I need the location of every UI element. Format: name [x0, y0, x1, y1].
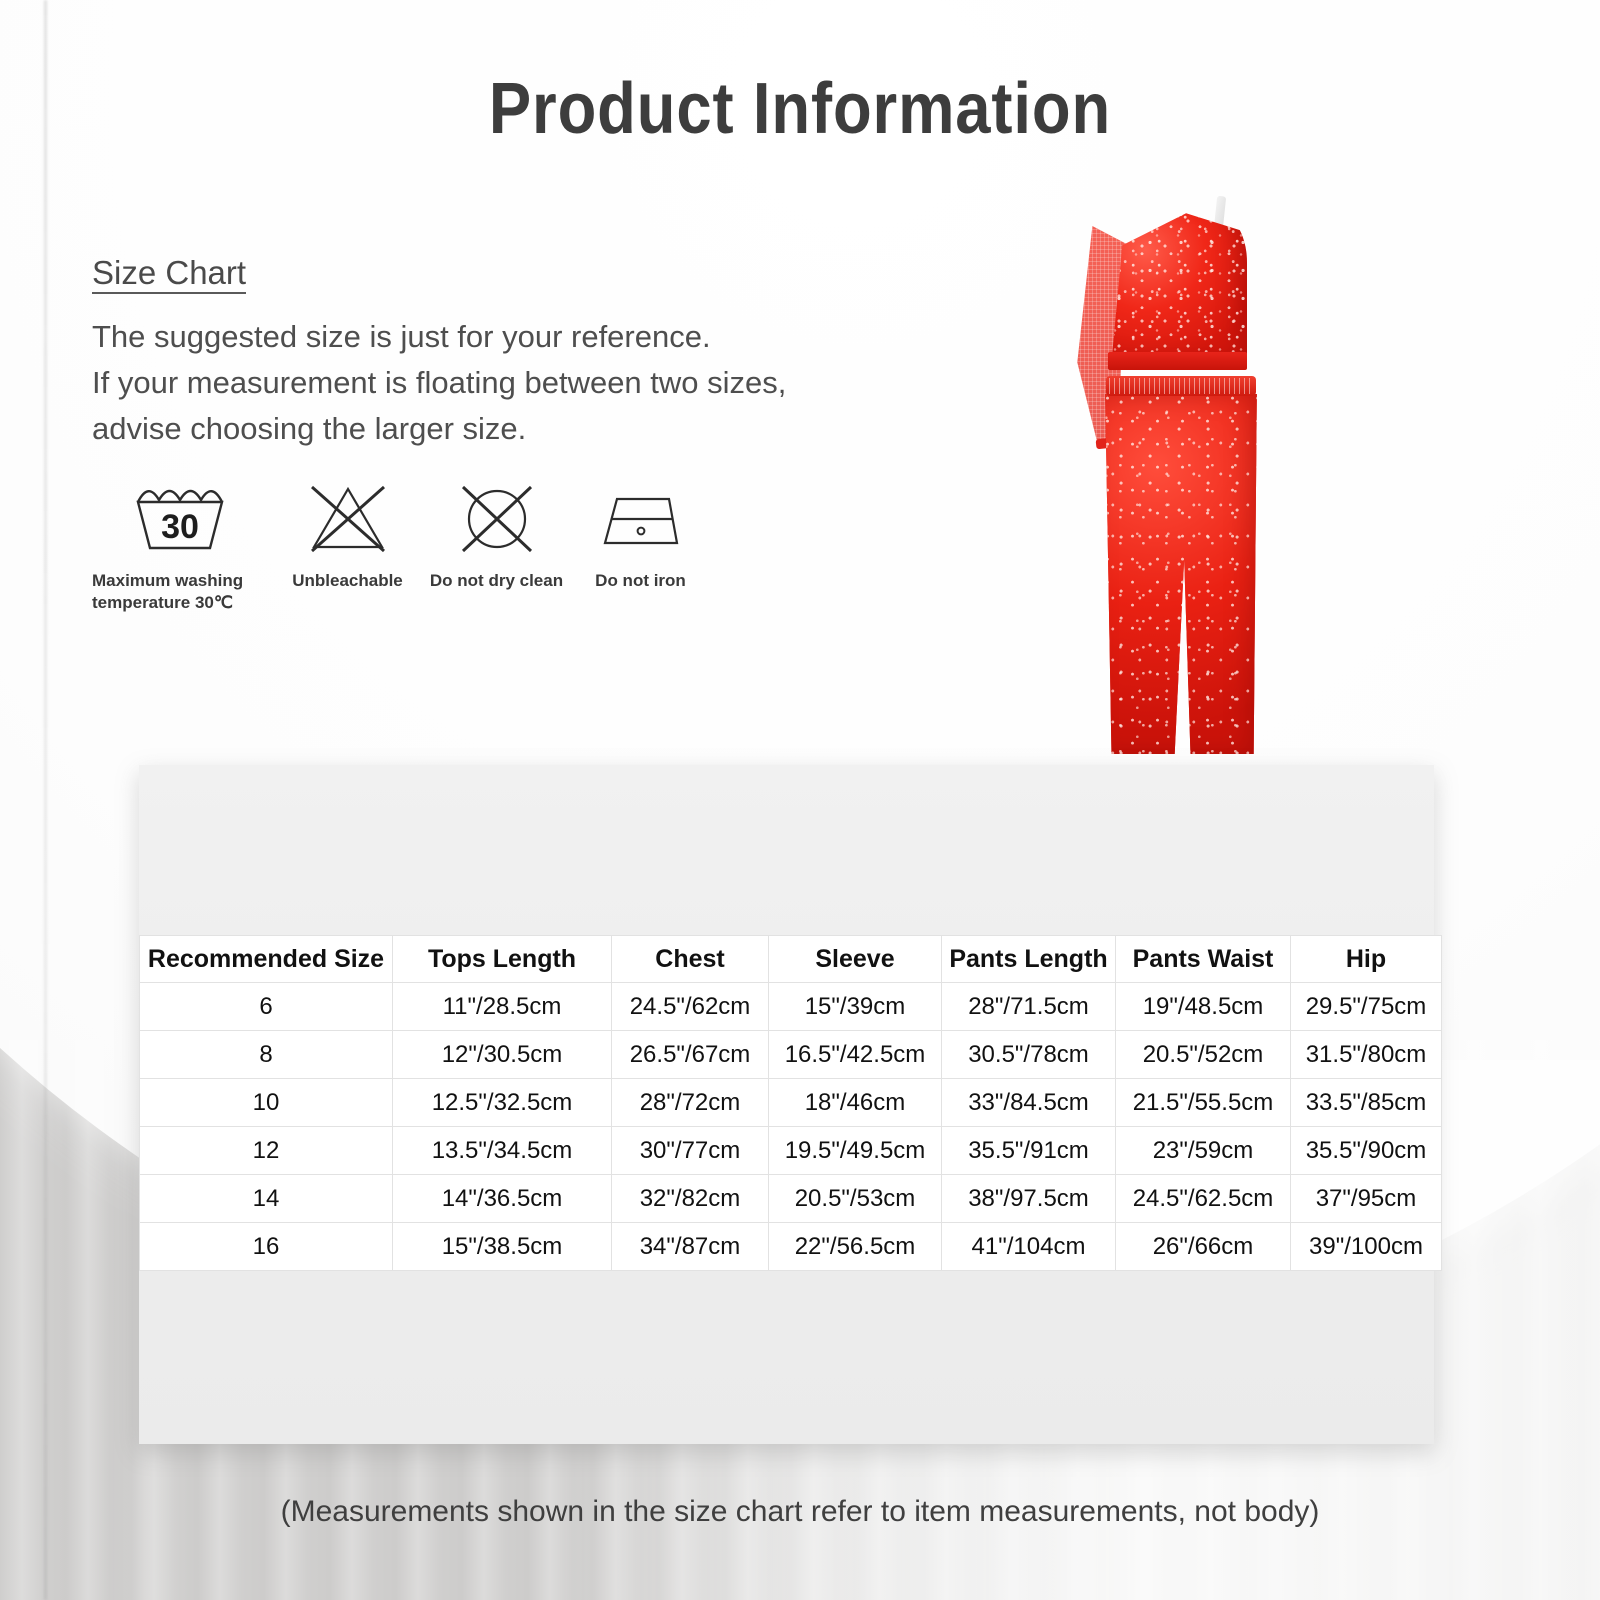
table-cell: 22"/56.5cm	[768, 1222, 942, 1271]
table-body: 6 11"/28.5cm 24.5"/62cm 15"/39cm 28"/71.5cm 1…	[139, 982, 1442, 1271]
table-cell: 29.5"/75cm	[1290, 982, 1442, 1031]
table-cell: 41"/104cm	[941, 1222, 1116, 1271]
table-cell: 21.5"/55.5cm	[1115, 1078, 1291, 1127]
svg-text:30: 30	[161, 508, 199, 546]
table-cell: 13.5"/34.5cm	[392, 1126, 612, 1175]
table-cell: 33"/84.5cm	[941, 1078, 1116, 1127]
table-row: 12 13.5"/34.5cm 30"/77cm 19.5"/49.5cm 35.5"/…	[139, 1126, 1442, 1175]
table-cell: 15"/38.5cm	[392, 1222, 612, 1271]
table-cell: 34"/87cm	[611, 1222, 769, 1271]
table-cell: 24.5"/62.5cm	[1115, 1174, 1291, 1223]
table-header-cell: Chest	[611, 935, 769, 983]
table-cell: 20.5"/53cm	[768, 1174, 942, 1223]
table-cell: 20.5"/52cm	[1115, 1030, 1291, 1079]
pants-waistband	[1106, 376, 1256, 396]
table-cell: 11"/28.5cm	[392, 982, 612, 1031]
table-header-cell: Tops Length	[392, 935, 612, 983]
care-item-dry-clean: Do not dry clean	[424, 480, 569, 592]
table-row: 8 12"/30.5cm 26.5"/67cm 16.5"/42.5cm 30.5"/7…	[139, 1030, 1442, 1079]
table-header-cell: Pants Length	[941, 935, 1116, 983]
table-cell: 30"/77cm	[611, 1126, 769, 1175]
table-cell: 32"/82cm	[611, 1174, 769, 1223]
size-chart-heading: Size Chart	[92, 256, 247, 294]
no-iron-icon	[595, 480, 687, 558]
table-header-cell: Recommended Size	[139, 935, 393, 983]
table-header-cell: Sleeve	[768, 935, 942, 983]
table-cell: 19.5"/49.5cm	[768, 1126, 942, 1175]
table-cell: 14	[139, 1174, 393, 1223]
table-cell: 10	[139, 1078, 393, 1127]
measurement-footnote: (Measurements shown in the size chart re…	[280, 1495, 1320, 1528]
table-cell: 30.5"/78cm	[941, 1030, 1116, 1079]
care-instruction-row: 30 Maximum washing temperature 30℃ Unble…	[92, 480, 708, 614]
table-cell: 12	[139, 1126, 393, 1175]
table-header-cell: Hip	[1290, 935, 1442, 983]
table-header-cell: Pants Waist	[1115, 935, 1291, 983]
table-cell: 15"/39cm	[768, 982, 942, 1031]
product-information-page: Product Information Size Chart The sugge…	[0, 0, 1600, 1600]
table-cell: 26.5"/67cm	[611, 1030, 769, 1079]
care-label-iron: Do not iron	[595, 571, 686, 590]
table-cell: 16	[139, 1222, 393, 1271]
table-cell: 12.5"/32.5cm	[392, 1078, 612, 1127]
table-cell: 35.5"/91cm	[941, 1126, 1116, 1175]
size-chart-description: The suggested size is just for your refe…	[92, 314, 786, 452]
crop-top-hem	[1108, 352, 1247, 370]
table-cell: 39"/100cm	[1290, 1222, 1442, 1271]
table-cell: 24.5"/62cm	[611, 982, 769, 1031]
table-cell: 18"/46cm	[768, 1078, 942, 1127]
size-chart-note: Size Chart The suggested size is just fo…	[92, 256, 786, 452]
table-row: 6 11"/28.5cm 24.5"/62cm 15"/39cm 28"/71.5cm 1…	[139, 982, 1442, 1031]
table-cell: 31.5"/80cm	[1290, 1030, 1442, 1079]
care-item-bleach: Unbleachable	[275, 480, 420, 592]
no-dry-clean-circle-icon	[453, 480, 541, 558]
table-cell: 28"/72cm	[611, 1078, 769, 1127]
table-cell: 28"/71.5cm	[941, 982, 1116, 1031]
table-cell: 23"/59cm	[1115, 1126, 1291, 1175]
table-cell: 19"/48.5cm	[1115, 982, 1291, 1031]
background-curtain-fold	[44, 0, 47, 1600]
table-cell: 8	[139, 1030, 393, 1079]
table-row: 10 12.5"/32.5cm 28"/72cm 18"/46cm 33"/84.5cm…	[139, 1078, 1442, 1127]
table-row: 16 15"/38.5cm 34"/87cm 22"/56.5cm 41"/104cm 2…	[139, 1222, 1442, 1271]
size-chart-line-3: advise choosing the larger size.	[92, 411, 527, 446]
table-cell: 6	[139, 982, 393, 1031]
table-cell: 14"/36.5cm	[392, 1174, 612, 1223]
table-header-row: Recommended Size Tops Length Chest Sleeve Pa…	[139, 935, 1442, 983]
table-cell: 33.5"/85cm	[1290, 1078, 1442, 1127]
table-cell: 26"/66cm	[1115, 1222, 1291, 1271]
size-chart-line-1: The suggested size is just for your refe…	[92, 319, 711, 354]
table-cell: 38"/97.5cm	[941, 1174, 1116, 1223]
pants-sequins	[1105, 394, 1257, 754]
size-chart-table: Recommended Size Tops Length Chest Sleeve Pa…	[139, 935, 1442, 1271]
table-cell: 37"/95cm	[1290, 1174, 1442, 1223]
no-bleach-triangle-icon	[304, 480, 392, 558]
product-image	[1040, 192, 1270, 762]
table-cell: 35.5"/90cm	[1290, 1126, 1442, 1175]
care-item-iron: Do not iron	[573, 480, 708, 592]
table-cell: 12"/30.5cm	[392, 1030, 612, 1079]
size-chart-line-2: If your measurement is floating between …	[92, 365, 787, 400]
table-row: 14 14"/36.5cm 32"/82cm 20.5"/53cm 38"/97.5cm…	[139, 1174, 1442, 1223]
page-title: Product Information	[488, 69, 1112, 149]
wash-tub-30-icon: 30	[128, 480, 232, 558]
care-label-bleach: Unbleachable	[292, 571, 403, 590]
care-label-wash: Maximum washing temperature 30℃	[92, 571, 244, 612]
care-label-dry-clean: Do not dry clean	[429, 571, 564, 590]
table-cell: 16.5"/42.5cm	[768, 1030, 942, 1079]
care-item-wash: 30 Maximum washing temperature 30℃	[92, 480, 267, 614]
crop-top-sequins	[1110, 213, 1247, 370]
